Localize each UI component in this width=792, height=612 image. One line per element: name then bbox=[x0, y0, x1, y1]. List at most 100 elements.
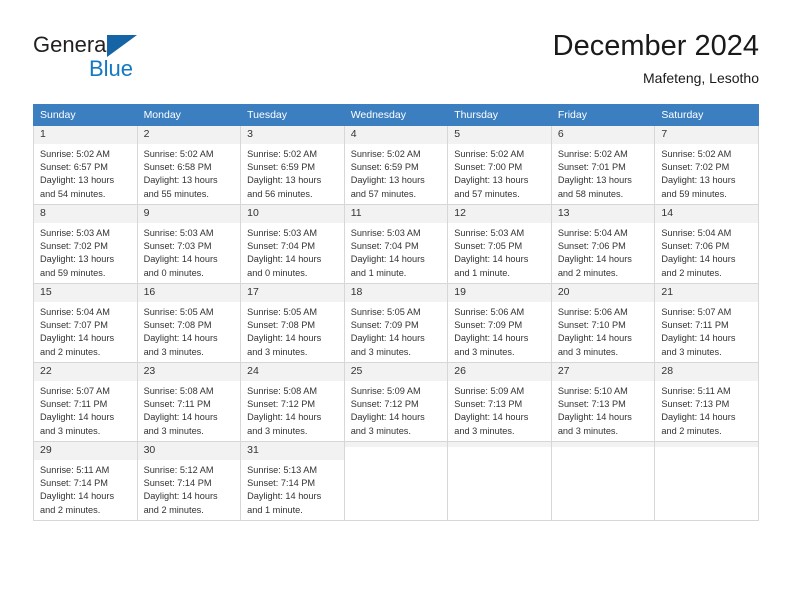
daylight-duration-line1: Daylight: 14 hours bbox=[557, 412, 632, 423]
day-number: 26 bbox=[448, 363, 551, 381]
calendar-day-cell[interactable]: 13 Sunrise: 5:04 AM Sunset: 7:06 PM Dayligh… bbox=[550, 204, 656, 284]
sunset-time: Sunset: 7:02 PM bbox=[40, 241, 108, 252]
day-number: 2 bbox=[137, 126, 241, 144]
day-number: 22 bbox=[34, 363, 137, 381]
calendar-day-cell[interactable]: 10 Sunrise: 5:03 AM Sunset: 7:04 PM Dayligh… bbox=[240, 204, 345, 284]
daylight-duration-line1: Daylight: 13 hours bbox=[661, 175, 736, 186]
daylight-duration-line1: Daylight: 14 hours bbox=[40, 333, 115, 344]
calendar-day-cell[interactable]: 19 Sunrise: 5:06 AM Sunset: 7:09 PM Dayligh… bbox=[447, 283, 552, 363]
calendar-day-cell[interactable]: 26 Sunrise: 5:09 AM Sunset: 7:13 PM Dayligh… bbox=[447, 362, 552, 442]
sunset-time: Sunset: 7:03 PM bbox=[143, 241, 212, 252]
daylight-duration-line2: and 3 minutes. bbox=[454, 425, 515, 436]
daylight-duration-line1: Daylight: 14 hours bbox=[143, 254, 218, 265]
day-number: 20 bbox=[551, 284, 655, 302]
daylight-duration-line1: Daylight: 14 hours bbox=[40, 491, 115, 502]
day-details: Sunrise: 5:02 AM Sunset: 7:00 PM Daylight:… bbox=[448, 144, 551, 201]
page-header: General Blue December 2024 Mafeteng, Les… bbox=[33, 28, 759, 90]
calendar-day-cell[interactable]: 1 Sunrise: 5:02 AM Sunset: 6:57 PM Daylight… bbox=[33, 125, 138, 205]
sunset-time: Sunset: 7:04 PM bbox=[247, 241, 316, 252]
calendar-day-cell[interactable]: 23 Sunrise: 5:08 AM Sunset: 7:11 PM Dayligh… bbox=[136, 362, 242, 442]
daylight-duration-line2: and 3 minutes. bbox=[40, 425, 101, 436]
day-details: Sunrise: 5:06 AM Sunset: 7:10 PM Daylight:… bbox=[552, 302, 655, 359]
day-details: Sunrise: 5:05 AM Sunset: 7:09 PM Daylight:… bbox=[345, 302, 448, 359]
calendar-day-cell[interactable]: 12 Sunrise: 5:03 AM Sunset: 7:05 PM Dayligh… bbox=[447, 204, 552, 284]
daylight-duration-line2: and 3 minutes. bbox=[350, 346, 411, 357]
sunrise-time: Sunrise: 5:03 AM bbox=[40, 228, 110, 238]
weekday-header-monday: Monday bbox=[136, 104, 242, 126]
calendar-week-row: 29 Sunrise: 5:11 AM Sunset: 7:14 PM Dayligh… bbox=[33, 441, 759, 521]
sunrise-time: Sunrise: 5:09 AM bbox=[350, 386, 421, 396]
calendar-day-cell[interactable]: 9 Sunrise: 5:03 AM Sunset: 7:03 PM Daylight… bbox=[136, 204, 242, 284]
calendar-day-cell[interactable]: 27 Sunrise: 5:10 AM Sunset: 7:13 PM Dayligh… bbox=[550, 362, 656, 442]
sunrise-time: Sunrise: 5:05 AM bbox=[247, 307, 318, 317]
daylight-duration-line1: Daylight: 14 hours bbox=[454, 412, 529, 423]
day-details: Sunrise: 5:03 AM Sunset: 7:04 PM Daylight:… bbox=[345, 223, 448, 280]
sunset-time: Sunset: 7:14 PM bbox=[247, 478, 316, 489]
calendar-day-cell[interactable]: 28 Sunrise: 5:11 AM Sunset: 7:13 PM Dayligh… bbox=[654, 362, 759, 442]
calendar-day-cell[interactable]: 3 Sunrise: 5:02 AM Sunset: 6:59 PM Daylight… bbox=[240, 125, 345, 205]
daylight-duration-line2: and 3 minutes. bbox=[247, 425, 308, 436]
general-blue-logo[interactable]: General Blue bbox=[33, 32, 253, 90]
calendar-day-cell[interactable]: 6 Sunrise: 5:02 AM Sunset: 7:01 PM Daylight… bbox=[550, 125, 656, 205]
calendar-day-cell[interactable]: 11 Sunrise: 5:03 AM Sunset: 7:04 PM Dayligh… bbox=[343, 204, 449, 284]
day-number: 19 bbox=[448, 284, 551, 302]
day-number: 4 bbox=[344, 126, 448, 144]
sunset-time: Sunset: 7:02 PM bbox=[661, 162, 730, 173]
daylight-duration-line2: and 3 minutes. bbox=[247, 346, 308, 357]
daylight-duration-line2: and 1 minute. bbox=[350, 267, 407, 278]
daylight-duration-line2: and 1 minute. bbox=[247, 504, 303, 515]
daylight-duration-line1: Daylight: 13 hours bbox=[454, 175, 529, 186]
calendar-day-cell[interactable]: 15 Sunrise: 5:04 AM Sunset: 7:07 PM Dayligh… bbox=[33, 283, 138, 363]
daylight-duration-line2: and 3 minutes. bbox=[143, 425, 204, 436]
daylight-duration-line2: and 2 minutes. bbox=[661, 425, 722, 436]
calendar-week-row: 15 Sunrise: 5:04 AM Sunset: 7:07 PM Dayligh… bbox=[33, 283, 759, 363]
calendar-day-cell[interactable]: 20 Sunrise: 5:06 AM Sunset: 7:10 PM Dayligh… bbox=[550, 283, 656, 363]
day-details: Sunrise: 5:13 AM Sunset: 7:14 PM Daylight:… bbox=[241, 460, 344, 517]
sunset-time: Sunset: 6:58 PM bbox=[143, 162, 212, 173]
logo-text-blue: Blue bbox=[89, 56, 134, 81]
day-details: Sunrise: 5:02 AM Sunset: 6:58 PM Daylight:… bbox=[138, 144, 241, 201]
sunset-time: Sunset: 7:00 PM bbox=[454, 162, 523, 173]
sunset-time: Sunset: 7:09 PM bbox=[454, 320, 523, 331]
day-number: 16 bbox=[137, 284, 241, 302]
calendar-day-cell[interactable]: 8 Sunrise: 5:03 AM Sunset: 7:02 PM Daylight… bbox=[33, 204, 138, 284]
daylight-duration-line1: Daylight: 14 hours bbox=[557, 333, 632, 344]
sunrise-time: Sunrise: 5:02 AM bbox=[350, 149, 421, 159]
sunset-time: Sunset: 7:13 PM bbox=[661, 399, 730, 410]
day-details: Sunrise: 5:03 AM Sunset: 7:05 PM Daylight:… bbox=[448, 223, 551, 280]
title-block: December 2024 Mafeteng, Lesotho bbox=[553, 28, 759, 88]
daylight-duration-line1: Daylight: 14 hours bbox=[350, 412, 425, 423]
day-details: Sunrise: 5:03 AM Sunset: 7:04 PM Daylight:… bbox=[241, 223, 344, 280]
calendar-day-cell[interactable]: 25 Sunrise: 5:09 AM Sunset: 7:12 PM Dayligh… bbox=[343, 362, 449, 442]
calendar-day-cell[interactable]: 31 Sunrise: 5:13 AM Sunset: 7:14 PM Dayligh… bbox=[240, 441, 345, 521]
sunset-time: Sunset: 7:14 PM bbox=[143, 478, 212, 489]
day-number: 3 bbox=[241, 126, 344, 144]
calendar-day-cell[interactable]: 24 Sunrise: 5:08 AM Sunset: 7:12 PM Dayligh… bbox=[240, 362, 345, 442]
calendar-day-cell[interactable]: 16 Sunrise: 5:05 AM Sunset: 7:08 PM Dayligh… bbox=[136, 283, 242, 363]
calendar-day-cell[interactable]: 2 Sunrise: 5:02 AM Sunset: 6:58 PM Daylight… bbox=[136, 125, 242, 205]
calendar-week-row: 8 Sunrise: 5:03 AM Sunset: 7:02 PM Daylight… bbox=[33, 204, 759, 284]
daylight-duration-line2: and 55 minutes. bbox=[143, 188, 209, 199]
day-details: Sunrise: 5:04 AM Sunset: 7:06 PM Daylight:… bbox=[552, 223, 655, 280]
daylight-duration-line1: Daylight: 14 hours bbox=[247, 254, 322, 265]
day-number: 28 bbox=[655, 363, 758, 381]
calendar-day-cell[interactable]: 17 Sunrise: 5:05 AM Sunset: 7:08 PM Dayligh… bbox=[240, 283, 345, 363]
calendar-day-cell[interactable]: 4 Sunrise: 5:02 AM Sunset: 6:59 PM Daylight… bbox=[343, 125, 449, 205]
calendar-day-cell[interactable]: 18 Sunrise: 5:05 AM Sunset: 7:09 PM Dayligh… bbox=[343, 283, 449, 363]
calendar-day-cell[interactable]: 21 Sunrise: 5:07 AM Sunset: 7:11 PM Dayligh… bbox=[654, 283, 759, 363]
calendar-day-cell[interactable]: 7 Sunrise: 5:02 AM Sunset: 7:02 PM Daylight… bbox=[654, 125, 759, 205]
calendar-day-cell[interactable]: 29 Sunrise: 5:11 AM Sunset: 7:14 PM Dayligh… bbox=[33, 441, 138, 521]
day-details: Sunrise: 5:08 AM Sunset: 7:12 PM Daylight:… bbox=[241, 381, 344, 438]
day-number: 11 bbox=[344, 205, 448, 223]
calendar-day-cell[interactable]: 22 Sunrise: 5:07 AM Sunset: 7:11 PM Dayligh… bbox=[33, 362, 138, 442]
daylight-duration-line1: Daylight: 13 hours bbox=[40, 254, 115, 265]
daylight-duration-line1: Daylight: 13 hours bbox=[143, 175, 218, 186]
calendar-day-cell[interactable]: 5 Sunrise: 5:02 AM Sunset: 7:00 PM Daylight… bbox=[447, 125, 552, 205]
daylight-duration-line2: and 2 minutes. bbox=[40, 504, 101, 515]
calendar-day-cell-empty bbox=[343, 441, 449, 521]
calendar-day-cell[interactable]: 14 Sunrise: 5:04 AM Sunset: 7:06 PM Dayligh… bbox=[654, 204, 759, 284]
day-number: 7 bbox=[655, 126, 758, 144]
sunset-time: Sunset: 7:11 PM bbox=[661, 320, 729, 331]
daylight-duration-line2: and 59 minutes. bbox=[661, 188, 727, 199]
calendar-day-cell[interactable]: 30 Sunrise: 5:12 AM Sunset: 7:14 PM Dayligh… bbox=[136, 441, 242, 521]
